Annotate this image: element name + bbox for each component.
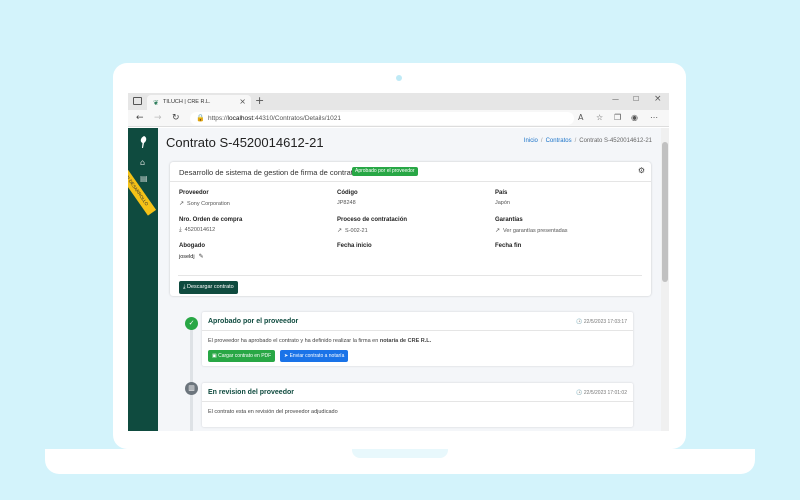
browser-tabbar: ❦ TILUCH | CRE R.L. × + — ☐ × — [128, 93, 669, 110]
screen: ❦ TILUCH | CRE R.L. × + — ☐ × ← → ↻ 🔒 ht… — [128, 93, 669, 431]
new-tab-icon[interactable]: + — [255, 94, 264, 107]
clipboard-icon: ▥ — [185, 382, 198, 395]
scrollbar[interactable] — [661, 128, 669, 431]
favorite-star-icon[interactable]: ☆ — [596, 113, 603, 122]
garantias-link[interactable]: ↗ Ver garantías presentadas — [495, 227, 568, 234]
gear-icon[interactable]: ⚙ — [638, 166, 645, 175]
download-icon: ⤓ — [179, 227, 182, 233]
sidebar: EN DESARROLLO ⌂ ▤ — [128, 128, 158, 431]
reload-icon[interactable]: ↻ — [172, 113, 180, 123]
url-text: https://localhost:44310/Contratos/Detail… — [208, 115, 341, 122]
pencil-icon[interactable]: ✎ — [199, 254, 204, 260]
url-bar[interactable]: 🔒 https://localhost:44310/Contratos/Deta… — [190, 112, 574, 125]
card-header: Desarrollo de sistema de gestion de firm… — [170, 162, 651, 182]
timeline-item-approved: Aprobado por el proveedor 🕓 22/5/2023 17… — [202, 312, 633, 366]
timeline-item-review: En revision del proveedor 🕓 22/5/2023 17… — [202, 383, 633, 427]
minimize-icon[interactable]: — — [612, 95, 619, 103]
tab-title: TILUCH | CRE R.L. — [163, 99, 211, 105]
tab-close-icon[interactable]: × — [239, 97, 246, 106]
dev-ribbon: EN DESARROLLO — [128, 164, 157, 216]
webcam — [396, 75, 402, 81]
laptop-notch — [352, 449, 448, 458]
app: EN DESARROLLO ⌂ ▤ Contrato S-4520014612-… — [128, 128, 669, 431]
main-content: Contrato S-4520014612-21 Inicio / Contrato… — [158, 128, 661, 431]
edit-link-icon: ↗ — [179, 201, 185, 207]
forward-icon[interactable]: → — [154, 113, 162, 123]
card-title: Desarrollo de sistema de gestion de firm… — [179, 168, 361, 177]
breadcrumb-inicio[interactable]: Inicio — [524, 138, 538, 144]
lock-icon: 🔒 — [196, 114, 205, 122]
divider — [178, 275, 642, 276]
proveedor-link[interactable]: ↗ Sony Corporation — [179, 200, 230, 207]
field-proceso: Proceso de contratación ↗ S-002-21 — [337, 217, 408, 234]
field-proveedor: Proveedor ↗ Sony Corporation — [179, 190, 230, 207]
maximize-icon[interactable]: ☐ — [633, 95, 639, 103]
read-aloud-icon[interactable]: A — [578, 113, 583, 122]
home-icon[interactable]: ⌂ — [140, 158, 145, 167]
breadcrumb-current: Contrato S-4520014612-21 — [579, 138, 652, 144]
timeline-body: El contrato esta en revisión del proveed… — [208, 409, 338, 415]
profile-icon[interactable]: ◉ — [631, 113, 638, 122]
field-orden: Nro. Orden de compra ⤓ 4520014612 — [179, 217, 243, 234]
window-menu-icon[interactable] — [133, 97, 142, 105]
browser-addressbar: ← → ↻ 🔒 https://localhost:44310/Contrato… — [128, 110, 669, 127]
field-codigo: Código JP8248 — [337, 190, 358, 206]
send-notary-button[interactable]: ➤ Enviar contrato a notaría — [280, 350, 349, 362]
contract-card: Desarrollo de sistema de gestion de firm… — [170, 162, 651, 296]
check-icon: ✓ — [185, 317, 198, 330]
field-fecha-inicio: Fecha inicio — [337, 243, 372, 249]
collections-icon[interactable]: ❐ — [614, 113, 621, 122]
favicon-icon: ❦ — [153, 99, 159, 107]
edit-link-icon: ↗ — [495, 228, 501, 234]
timeline-title: En revision del proveedor — [208, 389, 294, 396]
edit-link-icon: ↗ — [337, 228, 343, 234]
browser-tab[interactable]: ❦ TILUCH | CRE R.L. × — [147, 95, 251, 110]
more-menu-icon[interactable]: ⋯ — [650, 113, 658, 122]
field-garantias: Garantías ↗ Ver garantías presentadas — [495, 217, 568, 234]
field-abogado: Abogado joseldj ✎ — [179, 243, 205, 260]
page-title: Contrato S-4520014612-21 — [166, 135, 324, 150]
timeline-time: 🕓 22/5/2023 17:03:17 — [576, 319, 627, 325]
breadcrumb-contratos[interactable]: Contratos — [546, 138, 572, 144]
status-badge: Aprobado por el proveedor — [352, 167, 418, 176]
document-icon[interactable]: ▤ — [140, 174, 148, 183]
timeline-body: El proveedor ha aprobado el contrato y h… — [208, 338, 432, 344]
upload-pdf-button[interactable]: ▣ Cargar contrato en PDF — [208, 350, 276, 362]
close-window-icon[interactable]: × — [654, 94, 662, 104]
timeline-line — [190, 318, 193, 431]
proceso-link[interactable]: ↗ S-002-21 — [337, 227, 407, 234]
bird-logo-icon[interactable] — [138, 136, 148, 148]
timeline-title: Aprobado por el proveedor — [208, 318, 299, 325]
scroll-thumb[interactable] — [662, 142, 668, 282]
field-pais: País Japón — [495, 190, 510, 206]
breadcrumb: Inicio / Contratos / Contrato S-4520014612-2… — [523, 138, 652, 144]
timeline-time: 🕓 22/5/2023 17:01:02 — [576, 390, 627, 396]
download-contract-button[interactable]: ⤓ Descargar contrato — [179, 281, 238, 294]
orden-download-link[interactable]: ⤓ 4520014612 — [179, 227, 242, 234]
field-fecha-fin: Fecha fin — [495, 243, 522, 249]
back-icon[interactable]: ← — [136, 113, 144, 123]
